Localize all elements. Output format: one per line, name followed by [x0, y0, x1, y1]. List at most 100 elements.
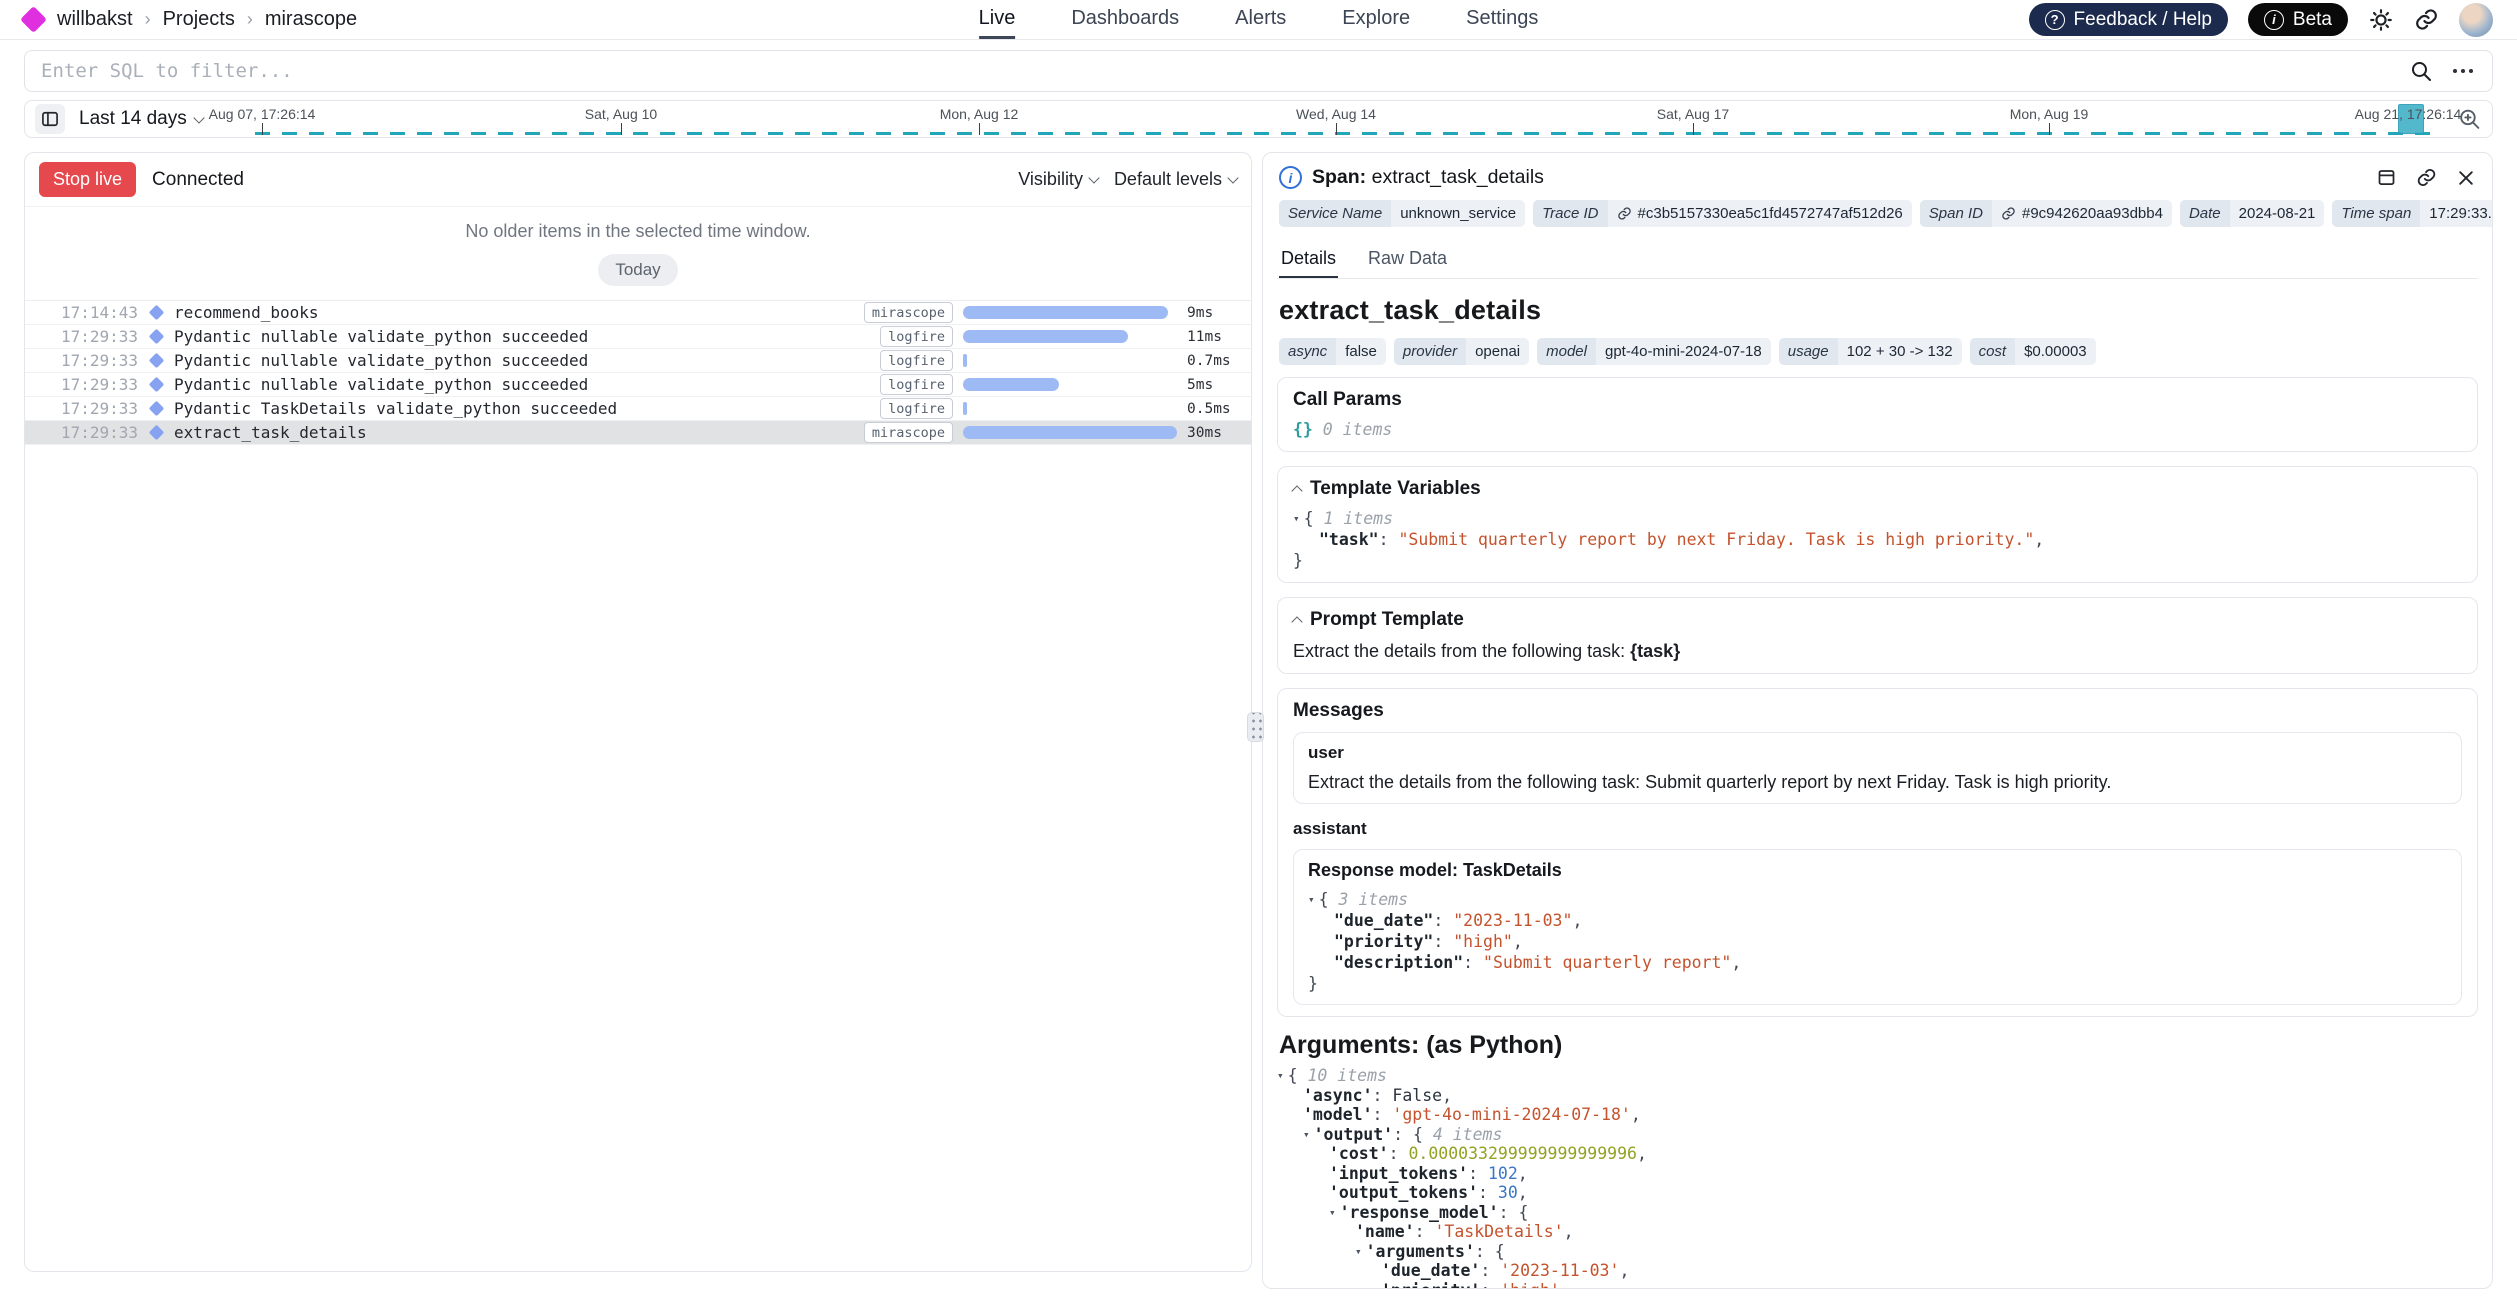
trace-list-item[interactable]: 17:29:33extract_task_detailsmirascope30m…: [25, 421, 1251, 445]
template-variables-heading: Template Variables: [1293, 478, 2462, 500]
attribute-badge[interactable]: Span ID #9c942620aa93dbb4: [1920, 200, 2172, 227]
search-icon[interactable]: [2409, 59, 2433, 83]
collapse-toggle-icon[interactable]: ▾: [1308, 893, 1315, 906]
row-duration-bar: [963, 402, 967, 415]
time-range-dropdown[interactable]: Last 14 days: [79, 108, 203, 130]
attribute-badge[interactable]: provideropenai: [1394, 338, 1529, 365]
message-role: assistant: [1293, 819, 2462, 839]
template-variable-token: {task}: [1630, 641, 1680, 661]
collapse-icon[interactable]: [1291, 616, 1302, 627]
zoom-in-icon[interactable]: [2457, 107, 2482, 132]
share-link-icon[interactable]: [2414, 7, 2439, 32]
badge-label: async: [1279, 338, 1336, 365]
row-duration-bar: [963, 354, 967, 367]
trace-list-item[interactable]: 17:29:33Pydantic nullable validate_pytho…: [25, 373, 1251, 397]
dock-panel-icon[interactable]: [2376, 167, 2397, 188]
span-tabs: Details Raw Data: [1277, 239, 2478, 279]
tab-alerts[interactable]: Alerts: [1235, 0, 1286, 39]
logfire-logo-icon[interactable]: [20, 6, 47, 33]
beta-badge[interactable]: Beta: [2248, 3, 2348, 36]
top-header: willbakst › Projects › mirascope LiveDas…: [0, 0, 2517, 40]
trace-list-item[interactable]: 17:29:33Pydantic TaskDetails validate_py…: [25, 397, 1251, 421]
trace-list-item[interactable]: 17:29:33Pydantic nullable validate_pytho…: [25, 349, 1251, 373]
timeline-tick: Sat, Aug 17: [1657, 106, 1729, 122]
sidebar-toggle-icon[interactable]: [35, 104, 65, 134]
copy-link-icon[interactable]: [2416, 167, 2437, 188]
tab-raw-data[interactable]: Raw Data: [1366, 239, 1449, 278]
trace-list-item[interactable]: 17:14:43recommend_booksmirascope9ms: [25, 301, 1251, 325]
attribute-badge[interactable]: usage102 + 30 -> 132: [1779, 338, 1962, 365]
live-controls: Stop live Connected Visibility Default l…: [25, 153, 1251, 207]
row-scope-badge: mirascope: [864, 422, 953, 443]
breadcrumb-projects[interactable]: Projects: [163, 8, 235, 31]
span-diamond-icon: [149, 401, 165, 417]
breadcrumb-org[interactable]: willbakst: [57, 8, 133, 31]
info-icon: [2264, 10, 2284, 30]
panel-resize-handle[interactable]: [1247, 712, 1264, 742]
row-duration-bar-zone: [963, 426, 1177, 439]
code-line: 'output_tokens': 30,: [1277, 1183, 2478, 1203]
row-scope-badge: logfire: [880, 374, 953, 395]
span-diamond-icon: [149, 305, 165, 321]
tab-dashboards[interactable]: Dashboards: [1071, 0, 1179, 39]
visibility-dropdown[interactable]: Visibility: [1018, 169, 1098, 190]
tab-settings[interactable]: Settings: [1466, 0, 1538, 39]
breadcrumb-project[interactable]: mirascope: [265, 8, 357, 31]
span-attr-badges: asyncfalse provideropenai modelgpt-4o-mini…: [1277, 336, 2478, 377]
collapse-toggle-icon[interactable]: ▾: [1277, 1069, 1284, 1082]
user-avatar[interactable]: [2459, 3, 2493, 37]
row-span-name: Pydantic nullable validate_python succee…: [174, 375, 880, 394]
badge-value: 17:29:33.917 to 17:29:33.946: [2420, 200, 2493, 227]
theme-toggle-icon[interactable]: [2368, 7, 2394, 33]
timeline-tick-mark: [621, 123, 622, 135]
row-duration-bar-zone: [963, 378, 1177, 391]
row-span-name: recommend_books: [174, 303, 864, 322]
collapse-toggle-icon[interactable]: ▾: [1293, 512, 1300, 525]
row-scope-badge: logfire: [880, 398, 953, 419]
collapse-toggle-icon[interactable]: ▾: [1303, 1128, 1310, 1141]
badge-label: model: [1537, 338, 1596, 365]
sql-filter-input[interactable]: [24, 50, 2493, 92]
row-duration-bar-zone: [963, 354, 1177, 367]
attribute-badge[interactable]: modelgpt-4o-mini-2024-07-18: [1537, 338, 1771, 365]
close-icon[interactable]: [2456, 168, 2476, 188]
link-icon: [1617, 206, 1632, 221]
trace-list-item[interactable]: 17:29:33Pydantic nullable validate_pytho…: [25, 325, 1251, 349]
code-line: "description": "Submit quarterly report"…: [1308, 952, 2447, 973]
attribute-badge[interactable]: Date2024-08-21: [2180, 200, 2324, 227]
default-levels-dropdown[interactable]: Default levels: [1114, 169, 1237, 190]
assistant-response-card: Response model: TaskDetails ▾{ 3 items"d…: [1293, 849, 2462, 1005]
badge-value: gpt-4o-mini-2024-07-18: [1596, 338, 1771, 365]
code-line: 'model': 'gpt-4o-mini-2024-07-18',: [1277, 1105, 2478, 1125]
attribute-badge[interactable]: asyncfalse: [1279, 338, 1386, 365]
attribute-badge[interactable]: cost$0.00003: [1970, 338, 2096, 365]
today-pill[interactable]: Today: [598, 254, 677, 286]
more-options-icon[interactable]: [2453, 68, 2477, 74]
row-duration-bar-zone: [963, 402, 1177, 415]
collapse-toggle-icon[interactable]: ▾: [1329, 1206, 1336, 1219]
collapse-toggle-icon[interactable]: ▾: [1355, 1245, 1362, 1258]
tab-details[interactable]: Details: [1279, 239, 1338, 278]
badge-label: Time span: [2332, 200, 2420, 227]
collapse-icon[interactable]: [1291, 485, 1302, 496]
link-icon: [2001, 206, 2016, 221]
tab-live[interactable]: Live: [979, 0, 1016, 39]
row-duration-bar-zone: [963, 306, 1177, 319]
attribute-badge[interactable]: Time span17:29:33.917 to 17:29:33.946: [2332, 200, 2493, 227]
row-scope-badge: mirascope: [864, 302, 953, 323]
attribute-badge[interactable]: Trace ID #c3b5157330ea5c1fd4572747af512d…: [1533, 200, 1912, 227]
badge-label: Span ID: [1920, 200, 1992, 227]
stop-live-button[interactable]: Stop live: [39, 162, 136, 197]
badge-value: unknown_service: [1391, 200, 1525, 227]
code-line: ▾{ 1 items: [1293, 508, 2462, 529]
timeline-plot[interactable]: Aug 07, 17:26:14Sat, Aug 10Mon, Aug 12We…: [235, 101, 2448, 137]
badge-label: Date: [2180, 200, 2230, 227]
row-duration-label: 0.5ms: [1187, 401, 1239, 417]
row-duration-label: 5ms: [1187, 377, 1239, 393]
badge-value: openai: [1466, 338, 1529, 365]
span-title: extract_task_details: [1279, 295, 2476, 326]
attribute-badge[interactable]: Service Nameunknown_service: [1279, 200, 1525, 227]
row-scope-badge: logfire: [880, 350, 953, 371]
feedback-help-button[interactable]: Feedback / Help: [2029, 3, 2228, 36]
tab-explore[interactable]: Explore: [1342, 0, 1410, 39]
